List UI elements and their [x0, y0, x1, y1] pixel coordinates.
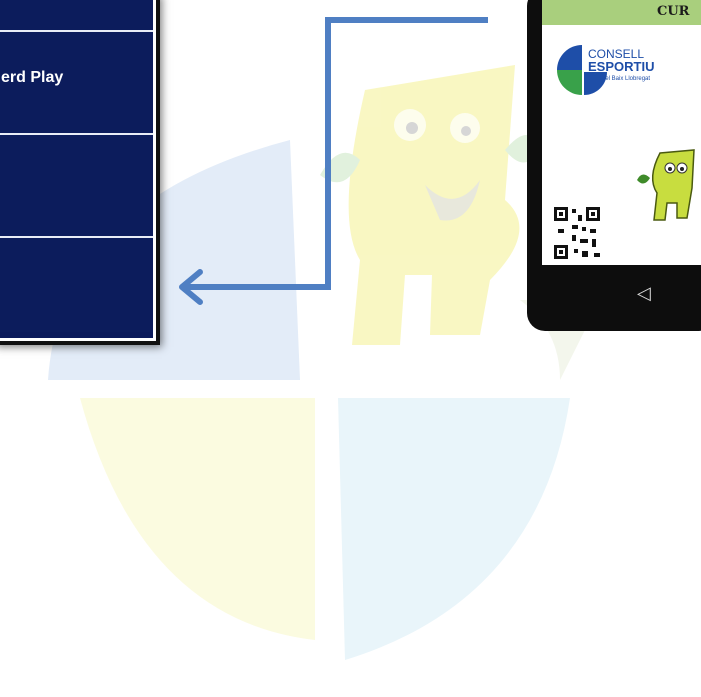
menu-item-3[interactable]	[0, 133, 153, 236]
menu-item-4[interactable]	[0, 236, 153, 332]
phone-header-bar: CUR	[542, 0, 701, 25]
logo-line2: ESPORTIU	[588, 59, 654, 74]
menu-item-verd-play[interactable]: erd Play	[0, 30, 153, 133]
menu-panel: erd Play	[0, 0, 156, 341]
back-nav-icon[interactable]: ◁	[637, 283, 651, 304]
logo-line3: del Baix Llobregat	[602, 76, 650, 82]
consell-esportiu-logo: CONSELL ESPORTIU del Baix Llobregat	[557, 45, 654, 95]
qr-code-image	[552, 205, 604, 263]
phone-mockup: CUR CONSELL ESPORTIU del Baix Llobregat	[527, 0, 701, 331]
phone-screen: CUR CONSELL ESPORTIU del Baix Llobregat	[542, 0, 701, 265]
menu-item-1[interactable]	[0, 0, 153, 30]
menu-item-label: erd Play	[1, 69, 64, 86]
phone-header-text: CUR	[657, 4, 690, 19]
mascot-image	[637, 149, 695, 221]
